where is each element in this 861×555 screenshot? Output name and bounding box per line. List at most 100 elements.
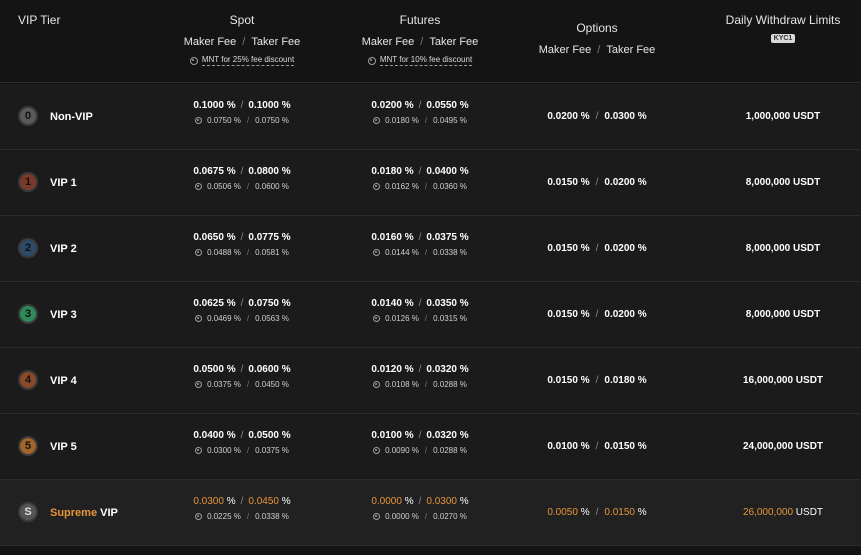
fee-separator: / (418, 496, 422, 507)
futures-taker-fee-discounted: 0.0288 % (433, 446, 467, 455)
futures-taker-fee-discounted: 0.0495 % (433, 116, 467, 125)
mnt-coin-icon (195, 183, 203, 190)
spot-fee-cell: 0.0400 % / 0.0500 % 0.0300 % / 0.0375 % (172, 430, 312, 455)
daily-withdraw-limit: 24,000,000 USDT (742, 441, 824, 452)
mnt-coin-icon (195, 381, 203, 388)
fee-separator: / (595, 375, 599, 386)
daily-withdraw-limit: 8,000,000 USDT (745, 243, 821, 254)
futures-discount-fee-values: 0.0162 % / 0.0360 % (350, 182, 490, 191)
futures-maker-fee: 0.0100 % (371, 430, 414, 441)
vip-tier-name: Non-VIP (50, 111, 93, 123)
fee-separator: / (246, 446, 250, 455)
spot-taker-fee-discounted: 0.0450 % (255, 380, 289, 389)
fee-separator: / (418, 232, 422, 243)
mnt-coin-icon (195, 117, 203, 124)
mnt-coin-icon (195, 447, 203, 454)
vip-level-badge-icon: 2 (18, 238, 38, 258)
mnt-coin-icon (373, 249, 381, 256)
futures-fee-values: 0.0160 % / 0.0375 % (350, 232, 490, 243)
vip-level-badge-icon: 4 (18, 370, 38, 390)
vip-label: VIP (100, 507, 118, 519)
fee-separator: / (240, 166, 244, 177)
mnt-coin-icon (373, 381, 381, 388)
percent-sign: % (459, 496, 469, 507)
mnt-coin-icon (373, 447, 381, 454)
futures-mnt-discount-link[interactable]: MNT for 10% fee discount (367, 55, 473, 66)
spot-maker-fee: 0.0675 % (193, 166, 236, 177)
futures-maker-fee-discounted: 0.0144 % (385, 248, 419, 257)
fee-separator: / (418, 364, 422, 375)
spot-discount-fee-values: 0.0375 % / 0.0450 % (172, 380, 312, 389)
spot-discount-fee-values: 0.0750 % / 0.0750 % (172, 116, 312, 125)
options-maker-fee: 0.0100 % (547, 441, 590, 452)
options-maker-fee: 0.0150 % (547, 243, 590, 254)
kyc-badge: KYC1 (770, 34, 796, 43)
spot-fee-values: 0.0650 % / 0.0775 % (172, 232, 312, 243)
table-header: VIP Tier Spot Maker Fee / Taker Fee MNT fo… (0, 0, 861, 83)
fee-separator: / (424, 182, 428, 191)
spot-mnt-discount-label: MNT for 25% fee discount (201, 55, 295, 66)
spot-discount-fee-values: 0.0488 % / 0.0581 % (172, 248, 312, 257)
percent-sign: % (281, 496, 291, 507)
futures-maker-fee-label: Maker Fee (361, 36, 415, 48)
futures-fee-cell: 0.0120 % / 0.0320 % 0.0108 % / 0.0288 % (350, 364, 490, 389)
options-header: Options Maker Fee / Taker Fee (527, 21, 667, 56)
spot-taker-fee-discounted: 0.0600 % (255, 182, 289, 191)
futures-taker-fee: 0.0320 % (426, 364, 469, 375)
limits-header: Daily Withdraw Limits KYC1 (720, 13, 846, 45)
table-row: 3 VIP 3 0.0625 % / 0.0750 % 0.0469 % / 0.0563 %… (0, 282, 861, 348)
futures-maker-fee-discounted: 0.0180 % (385, 116, 419, 125)
options-maker-fee: 0.0200 % (547, 111, 590, 122)
futures-maker-fee-discounted: 0.0000 % (385, 512, 419, 521)
futures-taker-fee: 0.0300 (426, 496, 457, 507)
futures-taker-fee-discounted: 0.0360 % (433, 182, 467, 191)
table-row: 0 Non-VIP 0.1000 %/0.1000 % 0.0750 %/0.0750… (0, 84, 861, 150)
spot-header: Spot Maker Fee / Taker Fee MNT for 25% fee… (172, 13, 312, 70)
mnt-coin-icon (373, 315, 381, 322)
daily-withdraw-limit: 8,000,000 USDT (745, 177, 821, 188)
options-maker-fee: 0.0050 (547, 507, 578, 518)
table-row: 5 VIP 5 0.0400 % / 0.0500 % 0.0300 % / 0.0375 %… (0, 414, 861, 480)
futures-maker-fee-discounted: 0.0162 % (385, 182, 419, 191)
futures-taker-fee-label: Taker Fee (429, 36, 479, 48)
fee-separator: / (418, 100, 422, 111)
futures-discount-fee-values: 0.0090 % / 0.0288 % (350, 446, 490, 455)
futures-header: Futures Maker Fee / Taker Fee MNT for 10% … (350, 13, 490, 70)
fee-separator: / (424, 248, 428, 257)
vip-tier-name: VIP 2 (50, 243, 77, 255)
spot-fee-cell: 0.0300 % / 0.0450 % 0.0225 % / 0.0338 % (172, 496, 312, 521)
futures-maker-fee: 0.0120 % (371, 364, 414, 375)
futures-fee-cell: 0.0180 % / 0.0400 % 0.0162 % / 0.0360 % (350, 166, 490, 191)
spot-discount-fee-values: 0.0506 % / 0.0600 % (172, 182, 312, 191)
spot-maker-fee-discounted: 0.0469 % (207, 314, 241, 323)
spot-maker-fee-discounted: 0.0488 % (207, 248, 241, 257)
options-fee-cell: 0.0150 % / 0.0180 % (527, 348, 667, 414)
spot-mnt-discount-link[interactable]: MNT for 25% fee discount (189, 55, 295, 66)
options-taker-fee: 0.0200 % (604, 243, 647, 254)
vip-fee-table: VIP Tier Spot Maker Fee / Taker Fee MNT fo… (0, 0, 861, 546)
mnt-coin-icon (195, 513, 203, 520)
options-taker-fee: 0.0300 % (604, 111, 647, 122)
fee-separator: / (240, 100, 244, 111)
futures-discount-fee-values: 0.0126 % / 0.0315 % (350, 314, 490, 323)
mnt-coin-icon (373, 117, 381, 124)
spot-taker-fee-discounted: 0.0581 % (255, 248, 289, 257)
fee-separator: / (424, 446, 428, 455)
spot-maker-fee: 0.0625 % (193, 298, 236, 309)
mnt-coin-icon (189, 56, 198, 65)
futures-taker-fee: 0.0350 % (426, 298, 469, 309)
fee-separator: / (240, 298, 244, 309)
options-fee-separator: / (597, 44, 601, 56)
daily-withdraw-limit: 1,000,000 USDT (745, 111, 821, 122)
limit-amount: 26,000,000 (742, 507, 794, 518)
table-row: 2 VIP 2 0.0650 % / 0.0775 % 0.0488 % / 0.0581 %… (0, 216, 861, 282)
futures-fee-cell: 0.0000 %/0.0300 % 0.0000 %/0.0270 % (350, 496, 490, 521)
limits-header-title: Daily Withdraw Limits (725, 13, 841, 27)
futures-discount-fee-values: 0.0180 % / 0.0495 % (350, 116, 490, 125)
percent-sign: % (637, 507, 647, 518)
options-fee-cell: 0.0100 % / 0.0150 % (527, 414, 667, 480)
vip-tier-name: Supreme VIP (50, 480, 118, 546)
futures-fee-cell: 0.0200 % / 0.0550 % 0.0180 % / 0.0495 % (350, 100, 490, 125)
spot-maker-fee-discounted: 0.0225 % (207, 512, 241, 521)
options-maker-fee: 0.0150 % (547, 309, 590, 320)
